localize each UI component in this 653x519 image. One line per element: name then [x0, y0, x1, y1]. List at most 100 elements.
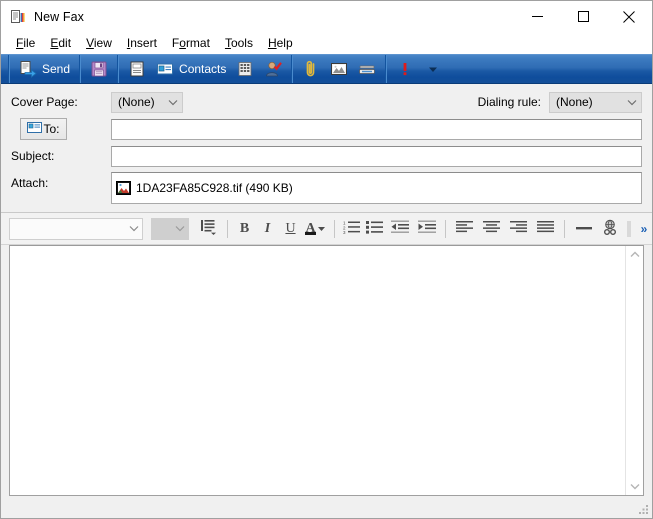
menu-view[interactable]: View — [79, 34, 120, 52]
increase-indent-icon — [417, 220, 436, 237]
to-button[interactable]: To: — [20, 118, 67, 140]
decrease-indent-icon — [390, 220, 409, 237]
italic-button[interactable]: I — [256, 217, 279, 241]
message-body-input[interactable] — [10, 246, 625, 495]
image-file-icon — [116, 181, 131, 195]
align-right-icon — [510, 220, 527, 237]
editor-vertical-scrollbar[interactable] — [625, 246, 643, 495]
dialing-rule-select[interactable]: (None) — [549, 91, 642, 113]
decrease-indent-button[interactable] — [386, 217, 413, 241]
paragraph-icon — [200, 219, 218, 238]
new-fax-window: New Fax File Edit View Insert Format Too… — [0, 0, 653, 519]
toolbar-separator — [334, 219, 335, 238]
toolbar-separator — [385, 55, 388, 83]
toolbar-overflow-button[interactable] — [419, 56, 447, 82]
insert-hyperlink-button[interactable] — [597, 217, 624, 241]
menu-bar: File Edit View Insert Format Tools Help — [1, 32, 652, 54]
status-bar — [1, 496, 652, 518]
increase-indent-button[interactable] — [413, 217, 440, 241]
menu-insert[interactable]: Insert — [120, 34, 165, 52]
chevron-down-icon — [172, 225, 188, 232]
scroll-up-button[interactable] — [626, 246, 643, 263]
close-button[interactable] — [606, 1, 652, 32]
subject-row: Subject: — [11, 145, 642, 167]
svg-text:3: 3 — [343, 230, 346, 234]
toolbar-separator — [8, 55, 10, 83]
toolbar-separator — [79, 55, 82, 83]
horizontal-rule-button[interactable] — [570, 217, 597, 241]
resize-grip-icon[interactable] — [636, 502, 650, 516]
font-size-select[interactable] — [151, 217, 189, 240]
message-body-area — [9, 245, 644, 496]
bulleted-list-icon — [366, 220, 383, 237]
scroll-down-button[interactable] — [626, 478, 643, 495]
menu-help[interactable]: Help — [261, 34, 301, 52]
dial-pad-button[interactable] — [231, 56, 259, 82]
minimize-button[interactable] — [514, 1, 560, 32]
bold-button[interactable]: B — [233, 217, 256, 241]
horizontal-rule-icon — [575, 222, 592, 236]
menu-edit[interactable]: Edit — [43, 34, 79, 52]
attachment-name: 1DA23FA85C928.tif (490 KB) — [136, 181, 293, 195]
numbered-list-icon: 1 2 3 — [343, 220, 360, 237]
font-color-button[interactable]: A — [302, 217, 329, 241]
align-center-icon — [483, 220, 500, 237]
insert-picture-button[interactable] — [325, 56, 353, 82]
fax-fields-panel: Cover Page: (None) Dialing rule: (None) — [1, 84, 652, 212]
toolbar-separator — [117, 55, 120, 83]
contacts-button[interactable]: Contacts — [151, 56, 231, 82]
scan-button[interactable] — [353, 56, 381, 82]
cover-page-select[interactable]: (None) — [111, 91, 183, 113]
justify-button[interactable] — [532, 217, 559, 241]
cover-page-row: Cover Page: (None) Dialing rule: (None) — [11, 91, 642, 113]
dialing-rule-label: Dialing rule: — [477, 95, 541, 109]
cover-page-value: (None) — [118, 95, 155, 109]
send-button-label: Send — [42, 62, 71, 76]
save-button[interactable] — [85, 56, 113, 82]
menu-file[interactable]: File — [9, 34, 43, 52]
attachment-list[interactable]: 1DA23FA85C928.tif (490 KB) — [111, 172, 642, 204]
formatting-toolbar: B I U A 1 2 3 » — [1, 212, 652, 245]
address-card-icon — [27, 122, 43, 136]
underline-icon: U — [285, 220, 296, 236]
align-left-button[interactable] — [451, 217, 478, 241]
align-right-button[interactable] — [505, 217, 532, 241]
scanner-icon — [358, 60, 376, 78]
priority-button[interactable] — [391, 56, 419, 82]
address-card-icon — [156, 60, 174, 78]
window-controls — [514, 1, 652, 32]
red-exclamation-icon — [396, 60, 414, 78]
printer-icon — [128, 60, 146, 78]
cover-page-label: Cover Page: — [11, 95, 78, 109]
print-button[interactable] — [123, 56, 151, 82]
keypad-icon — [236, 60, 254, 78]
format-overflow-button[interactable]: » — [636, 218, 652, 240]
font-family-select[interactable] — [9, 217, 144, 240]
numbered-list-button[interactable]: 1 2 3 — [340, 217, 363, 241]
paragraph-style-button[interactable] — [195, 217, 222, 241]
check-names-button[interactable] — [259, 56, 287, 82]
attach-file-button[interactable] — [297, 56, 325, 82]
toolbar-separator — [227, 219, 228, 238]
to-row: To: — [11, 118, 642, 140]
send-button[interactable]: Send — [14, 56, 75, 82]
toolbar-separator — [291, 55, 294, 83]
subject-input[interactable] — [111, 145, 642, 167]
floppy-disk-icon — [90, 60, 108, 78]
picture-icon — [330, 60, 348, 78]
bulleted-list-button[interactable] — [363, 217, 386, 241]
to-button-label: To: — [43, 122, 60, 136]
subject-label: Subject: — [11, 149, 55, 163]
maximize-button[interactable] — [560, 1, 606, 32]
dialing-rule-value: (None) — [556, 95, 593, 109]
to-input[interactable] — [111, 118, 642, 140]
menu-format[interactable]: Format — [165, 34, 218, 52]
send-fax-icon — [19, 60, 37, 78]
window-title: New Fax — [34, 9, 85, 24]
align-center-button[interactable] — [478, 217, 505, 241]
menu-tools[interactable]: Tools — [218, 34, 261, 52]
underline-button[interactable]: U — [279, 217, 302, 241]
attach-label: Attach: — [11, 176, 49, 190]
main-toolbar: Send Contacts — [1, 54, 652, 84]
scroll-down-icon — [630, 484, 639, 490]
